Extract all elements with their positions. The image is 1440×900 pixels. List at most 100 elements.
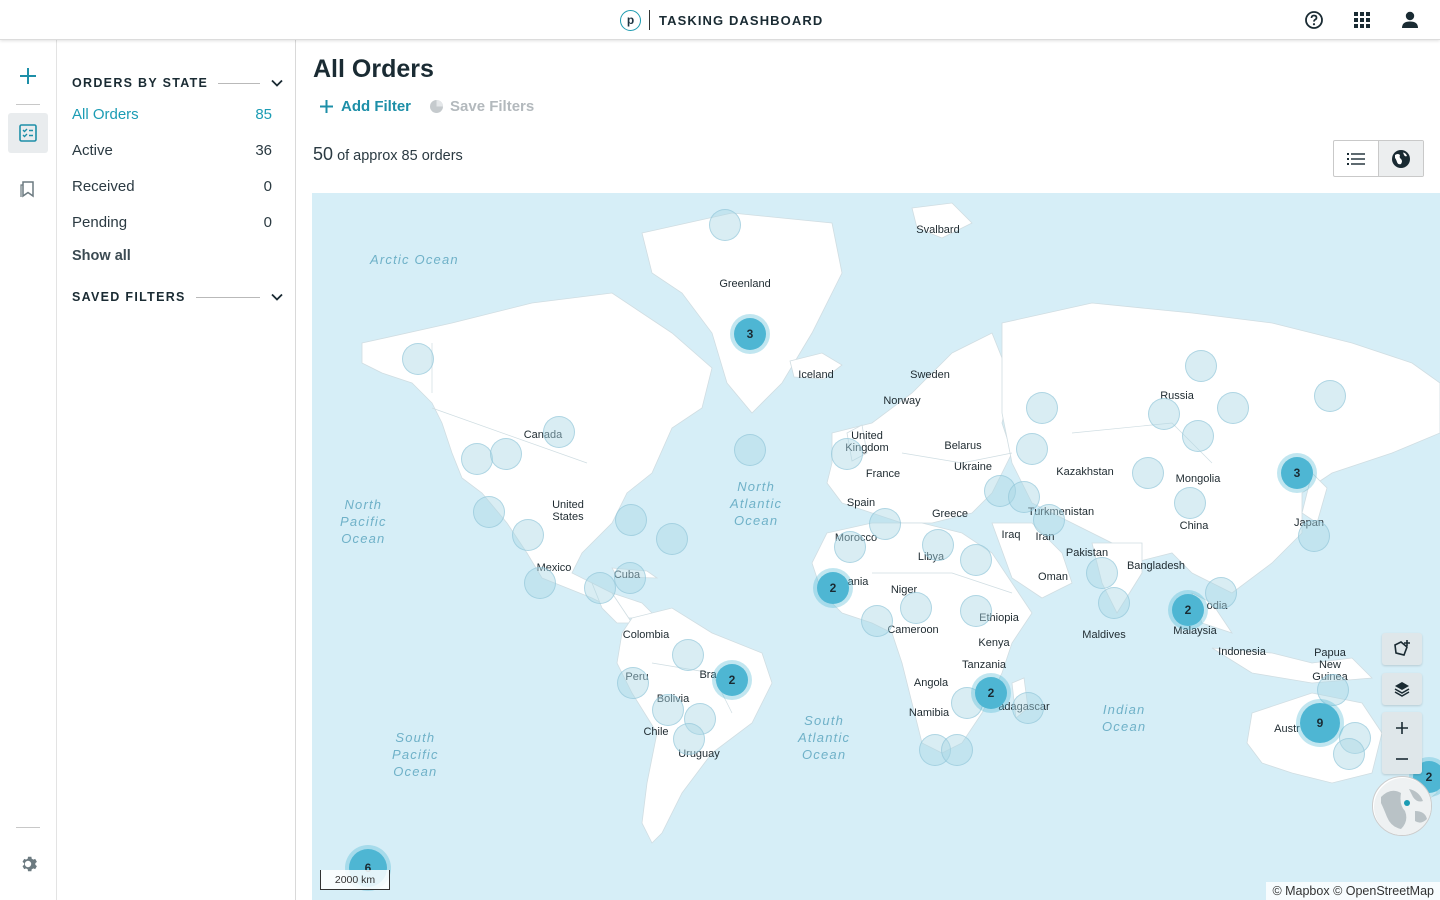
help-icon[interactable] bbox=[1302, 8, 1326, 32]
order-marker[interactable] bbox=[461, 443, 493, 475]
order-marker[interactable] bbox=[1217, 392, 1249, 424]
add-filter-button[interactable]: Add Filter bbox=[319, 98, 411, 115]
order-marker[interactable] bbox=[615, 504, 647, 536]
order-marker[interactable] bbox=[941, 734, 973, 766]
order-marker[interactable] bbox=[1298, 520, 1330, 552]
order-marker[interactable] bbox=[900, 592, 932, 624]
main-content: All Orders Add Filter Save Filters 50 of… bbox=[297, 40, 1440, 900]
top-bar: p TASKING DASHBOARD bbox=[0, 0, 1440, 40]
zoom-controls bbox=[1382, 712, 1422, 774]
order-marker[interactable] bbox=[512, 519, 544, 551]
order-marker[interactable] bbox=[584, 572, 616, 604]
order-marker[interactable] bbox=[473, 496, 505, 528]
save-filters-button[interactable]: Save Filters bbox=[429, 98, 534, 115]
order-marker[interactable] bbox=[869, 508, 901, 540]
ocean-label: Indian Ocean bbox=[1102, 702, 1147, 734]
order-marker[interactable] bbox=[1314, 380, 1346, 412]
plus-icon bbox=[320, 100, 333, 113]
place-label: Cameroon bbox=[887, 624, 939, 636]
chevron-down-icon[interactable] bbox=[270, 76, 284, 90]
order-cluster-malaysia[interactable]: 2 bbox=[1172, 594, 1204, 626]
order-marker[interactable] bbox=[1185, 350, 1217, 382]
order-marker[interactable] bbox=[734, 434, 766, 466]
orders-map[interactable]: Arctic Ocean North Pacific Ocean North A… bbox=[312, 193, 1440, 900]
order-marker[interactable] bbox=[1012, 692, 1044, 724]
order-marker[interactable] bbox=[1182, 420, 1214, 452]
order-cluster-madagascar[interactable]: 2 bbox=[975, 677, 1007, 709]
order-marker[interactable] bbox=[617, 667, 649, 699]
ocean-label: South Atlantic Ocean bbox=[798, 713, 851, 762]
state-item-pending[interactable]: Pending 0 bbox=[72, 211, 272, 233]
orders-list-icon[interactable] bbox=[8, 113, 48, 153]
order-marker[interactable] bbox=[1317, 674, 1349, 706]
plus-icon bbox=[1396, 721, 1408, 734]
order-marker[interactable] bbox=[656, 523, 688, 555]
order-marker[interactable] bbox=[922, 529, 954, 561]
order-marker[interactable] bbox=[1098, 587, 1130, 619]
place-label: Norway bbox=[883, 395, 921, 407]
place-label: Tanzania bbox=[961, 659, 1007, 671]
map-view-button[interactable] bbox=[1378, 141, 1423, 176]
order-marker[interactable] bbox=[709, 209, 741, 241]
saved-icon[interactable] bbox=[8, 169, 48, 209]
order-marker[interactable] bbox=[1026, 392, 1058, 424]
settings-icon[interactable] bbox=[8, 844, 48, 884]
order-cluster-brazil[interactable]: 2 bbox=[716, 664, 748, 696]
apps-grid-icon[interactable] bbox=[1350, 8, 1374, 32]
order-marker[interactable] bbox=[1174, 487, 1206, 519]
order-marker[interactable] bbox=[1016, 433, 1048, 465]
order-marker[interactable] bbox=[614, 562, 646, 594]
order-marker[interactable] bbox=[652, 694, 684, 726]
state-item-all-orders[interactable]: All Orders 85 bbox=[72, 103, 272, 125]
place-label: Bangladesh bbox=[1126, 560, 1186, 572]
count-text: of approx 85 orders bbox=[337, 148, 463, 164]
brand[interactable]: p TASKING DASHBOARD bbox=[620, 9, 823, 31]
order-marker[interactable] bbox=[960, 595, 992, 627]
state-item-active[interactable]: Active 36 bbox=[72, 139, 272, 161]
list-view-button[interactable] bbox=[1334, 141, 1378, 176]
layers-button[interactable] bbox=[1382, 673, 1422, 705]
order-cluster-west-africa[interactable]: 2 bbox=[817, 572, 849, 604]
order-marker[interactable] bbox=[1033, 504, 1065, 536]
place-label: China bbox=[1179, 520, 1209, 532]
order-marker[interactable] bbox=[524, 567, 556, 599]
draw-polygon-button[interactable] bbox=[1382, 633, 1422, 665]
user-icon[interactable] bbox=[1398, 8, 1422, 32]
show-all-link[interactable]: Show all bbox=[72, 248, 131, 264]
place-label: Maldives bbox=[1082, 629, 1126, 641]
orders-by-state-header[interactable]: ORDERS BY STATE bbox=[72, 74, 284, 92]
place-label: Greece bbox=[931, 508, 969, 520]
chevron-down-icon[interactable] bbox=[270, 290, 284, 304]
order-cluster-japan[interactable]: 3 bbox=[1281, 457, 1313, 489]
map-attribution[interactable]: © Mapbox © OpenStreetMap bbox=[1266, 882, 1440, 900]
add-icon[interactable] bbox=[8, 56, 48, 96]
order-marker[interactable] bbox=[960, 544, 992, 576]
place-label: Malaysia bbox=[1173, 625, 1217, 637]
order-marker[interactable] bbox=[1148, 398, 1180, 430]
minimap-globe[interactable] bbox=[1372, 776, 1432, 836]
order-cluster-greenland[interactable]: 3 bbox=[734, 318, 766, 350]
draw-polygon-icon bbox=[1394, 640, 1410, 656]
brand-divider bbox=[649, 10, 650, 30]
order-marker[interactable] bbox=[1132, 457, 1164, 489]
order-marker[interactable] bbox=[543, 416, 575, 448]
order-marker[interactable] bbox=[834, 531, 866, 563]
saved-filters-header[interactable]: SAVED FILTERS bbox=[72, 288, 284, 306]
state-item-received[interactable]: Received 0 bbox=[72, 175, 272, 197]
order-marker[interactable] bbox=[490, 438, 522, 470]
state-label: Received bbox=[72, 177, 135, 195]
order-marker[interactable] bbox=[673, 723, 705, 755]
map-landmass bbox=[361, 202, 1440, 844]
order-marker[interactable] bbox=[672, 639, 704, 671]
order-marker[interactable] bbox=[861, 605, 893, 637]
order-cluster-australia[interactable]: 9 bbox=[1300, 703, 1340, 743]
order-marker[interactable] bbox=[1086, 557, 1118, 589]
order-marker[interactable] bbox=[1205, 577, 1237, 609]
order-marker[interactable] bbox=[1008, 481, 1040, 513]
order-marker[interactable] bbox=[1333, 738, 1365, 770]
zoom-out-button[interactable] bbox=[1382, 743, 1422, 774]
order-marker[interactable] bbox=[831, 438, 863, 470]
zoom-in-button[interactable] bbox=[1382, 712, 1422, 743]
place-label: Austr bbox=[1274, 723, 1300, 735]
order-marker[interactable] bbox=[402, 343, 434, 375]
